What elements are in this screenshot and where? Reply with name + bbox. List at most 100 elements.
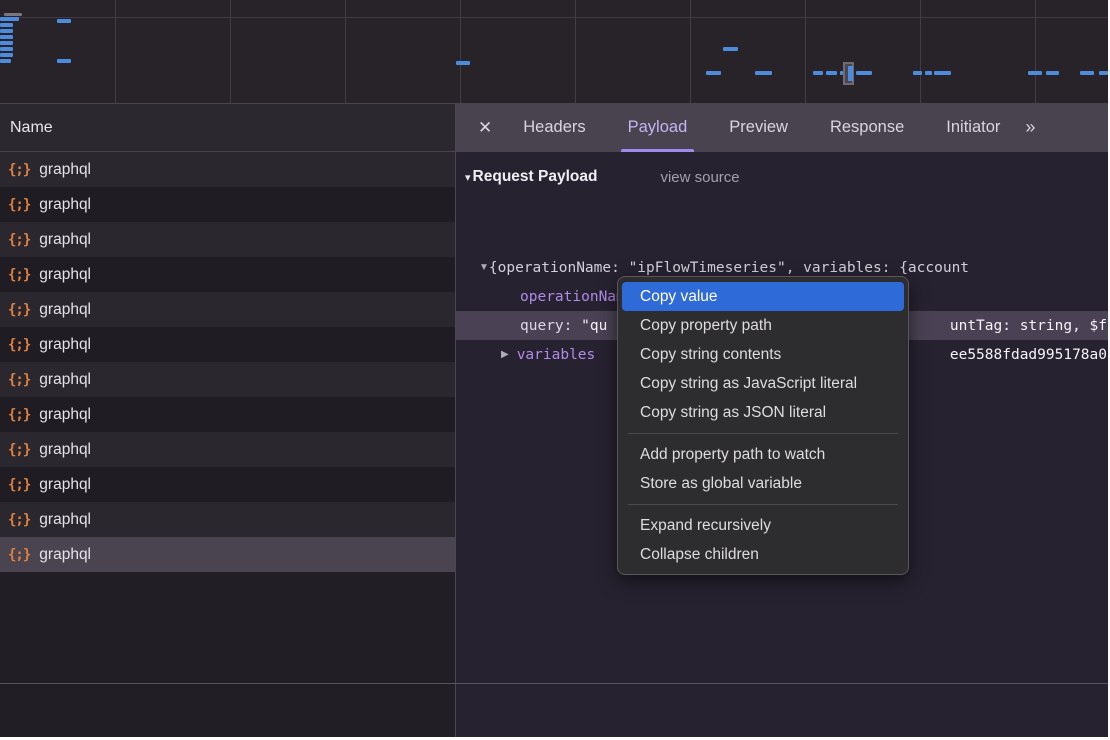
- context-menu-item-copy-string-contents[interactable]: Copy string contents: [622, 340, 904, 369]
- request-name-label: graphql: [39, 161, 91, 179]
- request-row-graphql[interactable]: {;} graphql: [0, 222, 455, 257]
- context-menu-item-copy-string-as-javascript-literal[interactable]: Copy string as JavaScript literal: [622, 369, 904, 398]
- fetch-json-icon: {;}: [8, 547, 30, 563]
- section-expander-icon[interactable]: ▾: [465, 171, 471, 184]
- overview-gridline: [1035, 0, 1036, 103]
- request-row-graphql[interactable]: {;}graphql: [0, 152, 455, 187]
- overview-request-bar: [57, 19, 71, 23]
- section-title: Request Payload: [473, 168, 598, 186]
- view-source-link[interactable]: view source: [660, 169, 739, 186]
- fetch-json-icon: {;}: [8, 407, 30, 423]
- context-menu: Copy valueCopy property pathCopy string …: [617, 276, 909, 575]
- request-name-label: graphql: [39, 336, 91, 354]
- fetch-json-icon: {;}: [8, 267, 30, 283]
- overview-request-bar: [706, 71, 721, 75]
- overview-request-bar: [57, 59, 71, 63]
- name-column-header[interactable]: Name: [0, 103, 455, 152]
- overview-gridline: [460, 0, 461, 103]
- overview-gridline: [805, 0, 806, 103]
- request-row-graphql[interactable]: {;} graphql: [0, 397, 455, 432]
- fetch-json-icon: {;}: [8, 337, 30, 353]
- tab-initiator[interactable]: Initiator: [925, 103, 1021, 152]
- fetch-json-icon: {;}: [8, 232, 30, 248]
- request-name-label: graphql: [39, 231, 91, 249]
- overview-selected-request-bar: [848, 66, 853, 81]
- overview-gridline: [690, 0, 691, 103]
- fetch-json-icon: {;}: [8, 512, 30, 528]
- overview-request-bar: [1099, 71, 1108, 75]
- overview-gridline: [115, 0, 116, 103]
- request-row-graphql[interactable]: {;} graphql: [0, 327, 455, 362]
- overview-request-bar: [0, 53, 13, 57]
- expander-right-icon[interactable]: ▶: [501, 349, 509, 360]
- fetch-json-icon: {;}: [8, 197, 30, 213]
- overview-request-bar: [1028, 71, 1042, 75]
- overview-request-bar: [934, 71, 951, 75]
- request-row-graphql[interactable]: {;} graphql: [0, 537, 455, 572]
- details-tab-bar: ✕ HeadersPayloadPreviewResponseInitiator…: [456, 103, 1108, 152]
- overview-request-bar: [0, 47, 13, 51]
- context-menu-item-store-as-global-variable[interactable]: Store as global variable: [622, 469, 904, 498]
- overview-selected-request-marker: [843, 62, 854, 85]
- more-tabs-icon[interactable]: »: [1025, 117, 1033, 138]
- property-value-fragment: "qu: [581, 318, 607, 334]
- menu-group: Expand recursivelyCollapse children: [618, 511, 908, 569]
- request-name-label: graphql: [39, 196, 91, 214]
- tab-payload[interactable]: Payload: [607, 103, 709, 152]
- menu-separator: [628, 504, 898, 505]
- overview-request-bar: [0, 59, 11, 63]
- request-row-graphql[interactable]: {;} graphql: [0, 502, 455, 537]
- close-icon[interactable]: ✕: [478, 118, 492, 138]
- request-row-graphql[interactable]: {;} graphql: [0, 362, 455, 397]
- overview-request-bar: [0, 29, 13, 33]
- tab-preview[interactable]: Preview: [708, 103, 809, 152]
- overview-gridline: [575, 0, 576, 103]
- overview-request-bar: [456, 61, 470, 65]
- property-key: query:: [520, 318, 581, 334]
- request-name-label: graphql: [39, 546, 91, 564]
- overview-request-bar: [925, 71, 932, 75]
- overview-request-bar: [0, 41, 13, 45]
- overview-request-bar: [755, 71, 772, 75]
- menu-separator: [628, 433, 898, 434]
- property-value-overflow-fragment: untTag: string, $f: [950, 311, 1107, 340]
- request-row-graphql[interactable]: {;}graphql: [0, 467, 455, 502]
- menu-group: Add property path to watchStore as globa…: [618, 440, 908, 498]
- tab-headers[interactable]: Headers: [502, 103, 606, 152]
- overview-gridline: [345, 0, 346, 103]
- request-name-label: graphql: [39, 511, 91, 529]
- context-menu-item-expand-recursively[interactable]: Expand recursively: [622, 511, 904, 540]
- overview-gridline: [230, 0, 231, 103]
- overview-request-bar: [813, 71, 823, 75]
- overview-request-bar: [913, 71, 922, 75]
- request-name-label: graphql: [39, 266, 91, 284]
- overview-request-bar: [0, 35, 13, 39]
- request-payload-section-header[interactable]: ▾ Request Payload view source: [456, 165, 740, 189]
- context-menu-item-copy-string-as-json-literal[interactable]: Copy string as JSON literal: [622, 398, 904, 427]
- request-row-graphql[interactable]: {;}graphql: [0, 292, 455, 327]
- request-name-label: graphql: [39, 406, 91, 424]
- request-row-graphql[interactable]: {;} graphql: [0, 187, 455, 222]
- overview-request-bar: [1046, 71, 1059, 75]
- devtools-window: Name {;}graphql{;}graphql{;}graphql{;}gr…: [0, 0, 1108, 737]
- property-value-overflow-fragment: ee5588fdad995178a0: [950, 340, 1107, 369]
- overview-request-bar: [826, 71, 837, 75]
- request-row-graphql[interactable]: {;} graphql: [0, 257, 455, 292]
- footer-divider: [0, 683, 1108, 684]
- fetch-json-icon: {;}: [8, 372, 30, 388]
- request-row-graphql[interactable]: {;} graphql: [0, 432, 455, 467]
- context-menu-item-collapse-children[interactable]: Collapse children: [622, 540, 904, 569]
- tab-response[interactable]: Response: [809, 103, 925, 152]
- request-name-label: graphql: [39, 371, 91, 389]
- overview-request-bar: [723, 47, 738, 51]
- request-rows: {;} graphql {;} graphql {;} graphql {;} graphql…: [0, 152, 455, 572]
- context-menu-item-add-property-path-to-watch[interactable]: Add property path to watch: [622, 440, 904, 469]
- request-name-label: graphql: [39, 441, 91, 459]
- fetch-json-icon: {;}: [8, 442, 30, 458]
- context-menu-item-copy-value[interactable]: Copy value: [622, 282, 904, 311]
- network-overview-waterfall[interactable]: [0, 0, 1108, 103]
- menu-group: Copy valueCopy property pathCopy string …: [618, 282, 908, 427]
- expander-down-icon[interactable]: ▼: [479, 262, 489, 273]
- tabs-container: HeadersPayloadPreviewResponseInitiator: [502, 103, 1021, 152]
- context-menu-item-copy-property-path[interactable]: Copy property path: [622, 311, 904, 340]
